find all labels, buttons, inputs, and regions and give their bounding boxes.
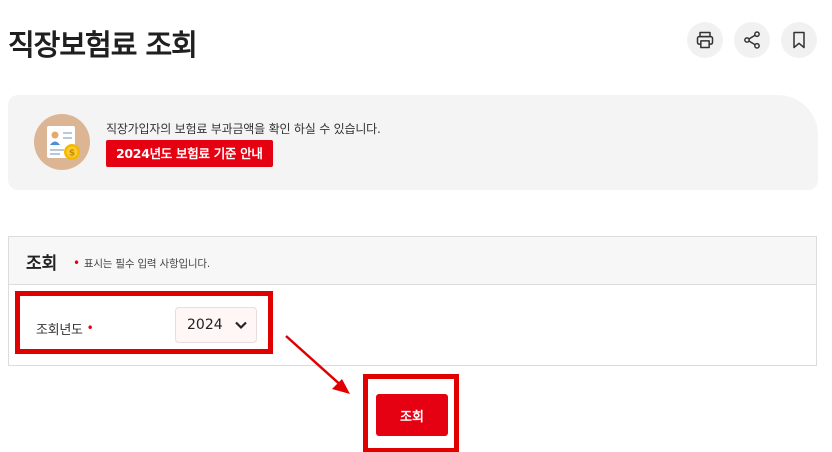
required-note-text: 표시는 필수 입력 사항입니다. (83, 258, 210, 270)
page-title: 직장보험료 조회 (8, 28, 198, 62)
printer-icon (696, 31, 714, 49)
required-mark: • (73, 256, 80, 270)
print-button[interactable] (687, 22, 723, 58)
search-button[interactable]: 조회 (376, 394, 448, 436)
bookmark-button[interactable] (781, 22, 817, 58)
info-banner: $ 직장가입자의 보험료 부과금액을 확인 하실 수 있습니다. 2024년도 … (8, 95, 818, 190)
share-icon (744, 31, 760, 49)
form-header: 조회 • 표시는 필수 입력 사항입니다. (9, 237, 816, 285)
premium-criteria-link[interactable]: 2024년도 보험료 기준 안내 (106, 140, 273, 167)
svg-text:$: $ (69, 149, 75, 159)
required-note: • 표시는 필수 입력 사항입니다. (73, 256, 210, 271)
pointer-arrow-icon (285, 335, 350, 394)
banner-description: 직장가입자의 보험료 부과금액을 확인 하실 수 있습니다. (106, 122, 381, 136)
share-button[interactable] (734, 22, 770, 58)
highlight-box-year (15, 291, 273, 354)
form-title: 조회 (26, 254, 58, 274)
insurance-document-icon: $ (34, 114, 90, 170)
bookmark-icon (793, 31, 805, 49)
